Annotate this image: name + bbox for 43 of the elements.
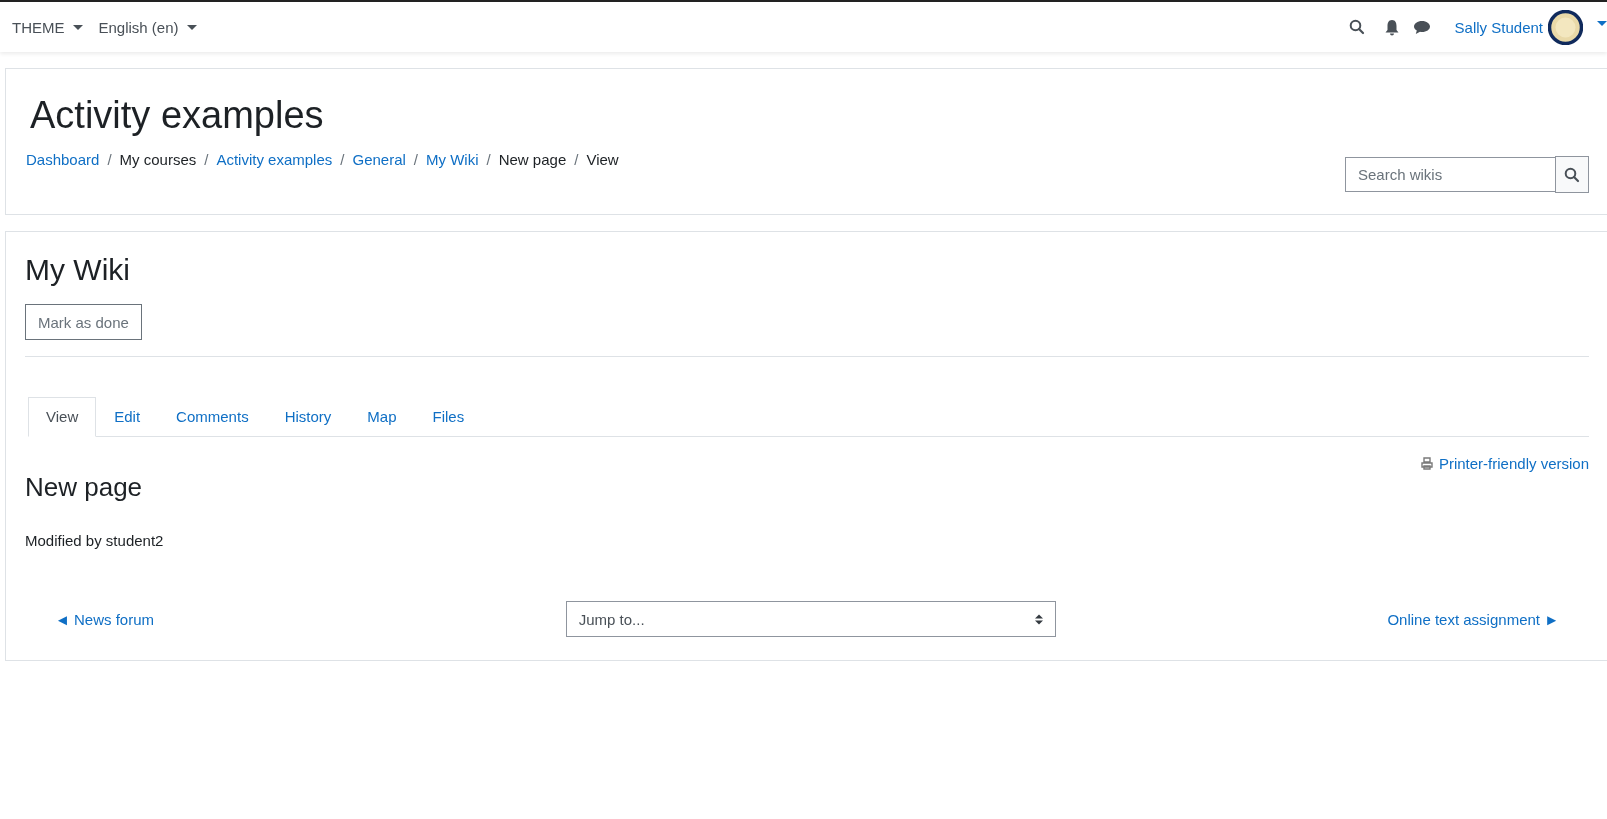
nav-dropdown[interactable]: English (en) — [98, 18, 197, 36]
caret-icon — [186, 24, 197, 30]
tab[interactable]: Comments — [158, 397, 267, 437]
avatar-icon[interactable] — [1548, 9, 1583, 45]
user-menu-link[interactable]: Sally Student — [1454, 18, 1543, 36]
wiki-page-title: New page — [25, 472, 144, 502]
breadcrumb-separator: / — [413, 151, 418, 168]
printer-icon — [1420, 457, 1433, 470]
modified-by-text: Modified by student2 — [25, 532, 165, 549]
tab[interactable]: View — [28, 397, 97, 437]
search-button[interactable] — [1555, 156, 1589, 193]
caret-icon[interactable] — [1597, 20, 1607, 26]
breadcrumb-text: View — [586, 151, 619, 168]
tab[interactable]: Files — [414, 397, 483, 437]
course-title: Activity examples — [30, 93, 325, 138]
breadcrumb-link[interactable]: General — [352, 151, 406, 168]
tab[interactable]: History — [266, 397, 350, 437]
breadcrumb-separator: / — [107, 151, 112, 168]
nav-dropdown[interactable]: THEME — [12, 18, 83, 36]
breadcrumb-link[interactable]: My Wiki — [426, 151, 479, 168]
tab[interactable]: Edit — [96, 397, 159, 437]
breadcrumb-text: New page — [498, 151, 567, 168]
breadcrumb-separator: / — [204, 151, 209, 168]
sort-arrows-icon — [1034, 613, 1043, 625]
bell-icon[interactable] — [1384, 18, 1399, 36]
caret-icon — [72, 24, 83, 30]
jump-to-select[interactable]: Jump to... — [565, 601, 1056, 637]
breadcrumb-separator: / — [574, 151, 579, 168]
mark-as-done-button[interactable]: Mark as done — [25, 304, 142, 340]
breadcrumb-link[interactable]: Activity examples — [216, 151, 333, 168]
breadcrumb-link[interactable]: Dashboard — [26, 151, 100, 168]
breadcrumb-text: My courses — [119, 151, 197, 168]
previous-activity-link[interactable]: ◄ News forum — [55, 610, 155, 628]
breadcrumb-separator: / — [340, 151, 345, 168]
activity-title: My Wiki — [25, 252, 131, 288]
tab[interactable]: Map — [349, 397, 415, 437]
search-icon — [1564, 166, 1580, 183]
chat-bubble-icon[interactable] — [1412, 19, 1431, 35]
search-icon[interactable] — [1348, 19, 1365, 35]
breadcrumb-separator: / — [486, 151, 491, 168]
next-activity-link[interactable]: Online text assignment ► — [1387, 610, 1559, 628]
search-field[interactable]: Search wikis — [1345, 157, 1555, 192]
printer-friendly-link[interactable]: Printer-friendly version — [1438, 455, 1589, 472]
